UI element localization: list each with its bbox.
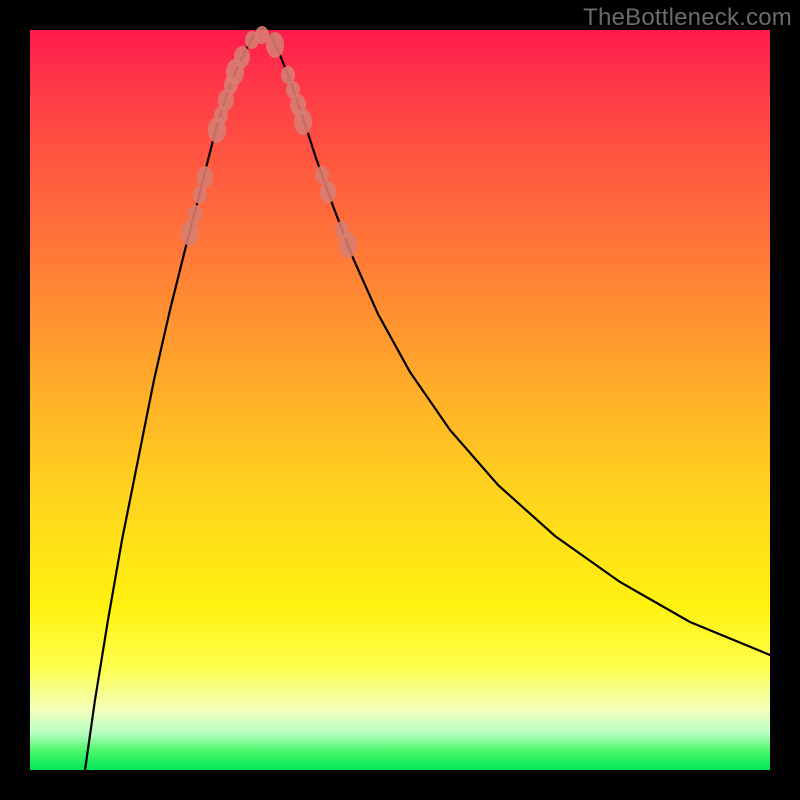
marker-point [197,166,213,188]
marker-point [339,232,357,258]
marker-point [320,181,336,203]
watermark-text: TheBottleneck.com [583,4,792,32]
marker-point [294,109,312,135]
plot-area [30,30,770,770]
left-curve [85,35,254,770]
marker-point [266,32,284,58]
marker-point [181,220,199,246]
chart-frame: TheBottleneck.com [0,0,800,800]
marker-point [193,186,207,204]
curve-svg [30,30,770,770]
marker-point [188,205,202,223]
right-curve [271,35,770,655]
marker-group [181,26,357,258]
marker-point [234,46,250,68]
